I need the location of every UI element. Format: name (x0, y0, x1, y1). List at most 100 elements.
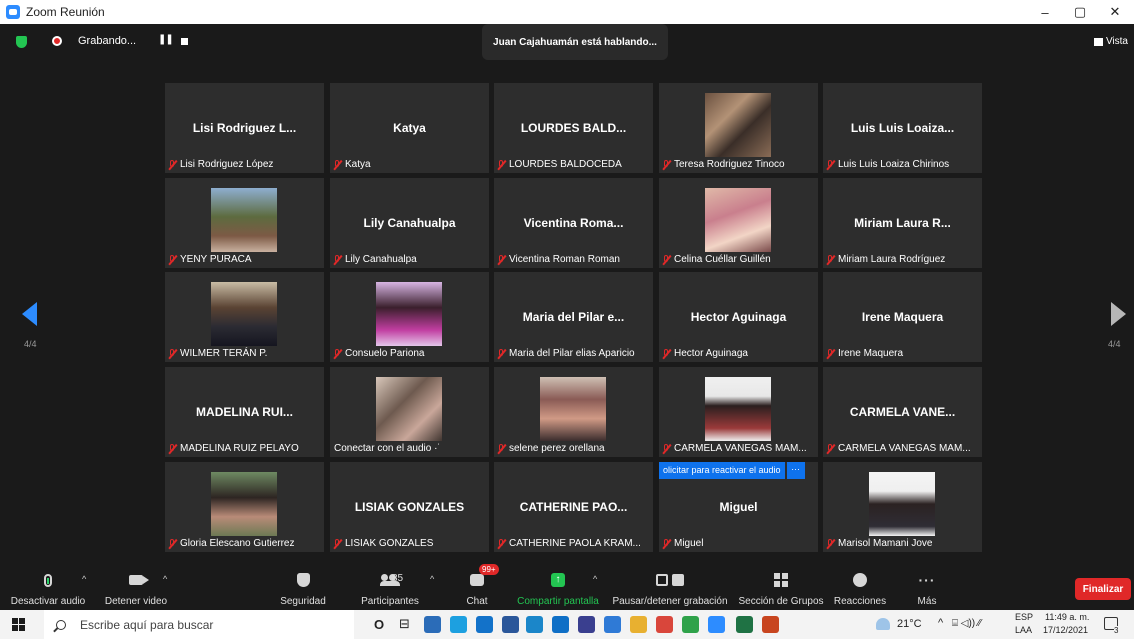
participant-name: CATHERINE PAOLA KRAM... (509, 538, 641, 549)
file-explorer-icon[interactable] (424, 616, 441, 633)
ask-to-unmute-button[interactable]: olicitar para reactivar el audio (659, 462, 785, 479)
chat-button[interactable]: 99+ Chat (462, 564, 499, 608)
participant-video (211, 282, 277, 346)
stop-recording-button[interactable] (181, 38, 188, 45)
temperature[interactable]: 21°C (897, 618, 922, 630)
clock-date[interactable]: 17/12/2021 (1043, 625, 1088, 635)
participant-tile[interactable]: Gloria Elescano Gutierrez (165, 462, 324, 552)
participant-tile[interactable]: Katya Katya (330, 83, 489, 173)
share-options-caret[interactable]: ^ (593, 574, 597, 584)
participant-video (705, 377, 771, 441)
stop-icon (672, 574, 684, 586)
reactions-button[interactable]: Reacciones (832, 570, 888, 608)
participant-tile[interactable]: Marisol Mamani Jove (823, 462, 982, 552)
participant-tile[interactable]: CARMELA VANE... CARMELA VANEGAS MAM... (823, 367, 982, 457)
participant-tile[interactable]: CARMELA VANEGAS MAM... (659, 367, 818, 457)
mail-icon[interactable] (552, 616, 569, 633)
participant-tile[interactable]: YENY PURACA (165, 178, 324, 268)
powerpoint-icon[interactable] (762, 616, 779, 633)
more-button[interactable]: ··· Más (912, 570, 942, 608)
participants-options-caret[interactable]: ^ (430, 574, 434, 584)
weather-icon[interactable] (876, 618, 890, 630)
participant-tile[interactable]: Lily Canahualpa Lily Canahualpa (330, 178, 489, 268)
skype-icon[interactable] (450, 616, 467, 633)
keyboard-layout[interactable]: LAA (1015, 625, 1032, 635)
clock-time[interactable]: 11:49 a. m. (1045, 612, 1089, 622)
stop-video-button[interactable]: Detener video (100, 570, 172, 608)
participant-tile[interactable]: Hector Aguinaga Hector Aguinaga (659, 272, 818, 362)
participant-tile[interactable]: Irene Maquera Irene Maquera (823, 272, 982, 362)
mute-button[interactable]: Desactivar audio (4, 570, 92, 608)
muted-mic-icon (498, 538, 505, 549)
audio-options-caret[interactable]: ^ (82, 574, 86, 584)
breakout-rooms-button[interactable]: Sección de Grupos (736, 570, 826, 608)
next-page-arrow-icon[interactable] (1111, 302, 1126, 326)
tray-expand-caret[interactable]: ^ (938, 617, 943, 629)
taskbar-search-box[interactable]: Escribe aquí para buscar (44, 610, 354, 639)
pause-recording-button[interactable]: ❚❚ (158, 34, 174, 45)
participant-tile[interactable]: Lisi Rodriguez L... Lisi Rodriguez López (165, 83, 324, 173)
participant-tile[interactable]: Conectar con el audio ·˙ (330, 367, 489, 457)
previous-page-arrow-icon[interactable] (22, 302, 37, 326)
task-view-icon[interactable]: ⊟ (399, 616, 410, 632)
participant-tile[interactable]: Consuelo Pariona (330, 272, 489, 362)
participant-tile[interactable]: Miriam Laura R... Miriam Laura Rodríguez (823, 178, 982, 268)
participant-tile[interactable]: MADELINA RUI... MADELINA RUIZ PELAYO (165, 367, 324, 457)
participant-name-label: LOURDES BALDOCEDA (498, 159, 622, 170)
participant-name: Teresa Rodriguez Tinoco (674, 159, 785, 170)
tray-status-icons[interactable]: ⌸ ◁)) ⁄⁄ (952, 618, 981, 629)
page-indicator-right: 4/4 (1108, 339, 1121, 349)
participant-tile[interactable]: WILMER TERÁN P. (165, 272, 324, 362)
security-shield-icon (296, 573, 310, 587)
tile-more-options-button[interactable]: ··· (786, 462, 805, 479)
recording-label: Grabando... (78, 35, 137, 47)
participant-tile[interactable]: Miguel olicitar para reactivar el audio ··… (659, 462, 818, 552)
minimize-button[interactable]: – (1028, 0, 1062, 24)
encryption-shield-icon[interactable] (16, 36, 27, 48)
participant-tile[interactable]: selene perez orellana (494, 367, 653, 457)
video-options-caret[interactable]: ^ (163, 574, 167, 584)
microphone-icon (44, 573, 52, 587)
folder-icon[interactable] (630, 616, 647, 633)
language-code[interactable]: ESP (1015, 612, 1033, 622)
view-button[interactable]: Vista (1093, 36, 1128, 47)
participant-tile[interactable]: Teresa Rodriguez Tinoco (659, 83, 818, 173)
close-button[interactable]: ✕ (1098, 0, 1132, 24)
participant-tile[interactable]: LOURDES BALD... LOURDES BALDOCEDA (494, 83, 653, 173)
muted-mic-icon (169, 538, 176, 549)
participant-name: Gloria Elescano Gutierrez (180, 538, 295, 549)
chrome-icon[interactable] (656, 616, 673, 633)
zoom-icon[interactable] (708, 616, 725, 633)
windows-start-icon[interactable] (12, 618, 25, 631)
media-icon[interactable] (578, 616, 595, 633)
pause-stop-recording-button[interactable]: Pausar/detener grabación (610, 570, 730, 608)
participant-tile[interactable]: Celina Cuéllar Guillén (659, 178, 818, 268)
excel-icon[interactable] (736, 616, 753, 633)
participant-tile[interactable]: Vicentina Roma... Vicentina Roman Roman (494, 178, 653, 268)
participant-tile[interactable]: LISIAK GONZALES LISIAK GONZALES (330, 462, 489, 552)
word-icon[interactable] (502, 616, 519, 633)
participants-button[interactable]: 85 Participantes (356, 570, 424, 608)
participant-tile[interactable]: Maria del Pilar e... Maria del Pilar elia… (494, 272, 653, 362)
window-title-bar: Zoom Reunión – ▢ ✕ (0, 0, 1134, 24)
participant-name: CARMELA VANEGAS MAM... (838, 443, 971, 454)
security-button[interactable]: Seguridad (276, 570, 330, 608)
chrome-alt-icon[interactable] (682, 616, 699, 633)
smiley-icon (853, 573, 867, 587)
reactions-label: Reacciones (833, 596, 887, 607)
muted-mic-icon (334, 538, 341, 549)
participant-tile[interactable]: Luis Luis Loaiza... Luis Luis Loaiza Chir… (823, 83, 982, 173)
outlook-icon[interactable] (604, 616, 621, 633)
cortana-icon[interactable]: O (374, 617, 384, 632)
participant-tile[interactable]: CATHERINE PAO... CATHERINE PAOLA KRAM... (494, 462, 653, 552)
maximize-button[interactable]: ▢ (1063, 0, 1097, 24)
share-label: Compartir pantalla (517, 596, 599, 607)
participant-name: Hector Aguinaga (674, 348, 748, 359)
share-screen-button[interactable]: ↑ Compartir pantalla (514, 570, 602, 608)
edge-icon[interactable] (526, 616, 543, 633)
skype-business-icon[interactable] (476, 616, 493, 633)
participant-name: Lily Canahualpa (345, 254, 417, 265)
participant-display-name: Katya (393, 121, 426, 135)
participant-display-name: LOURDES BALD... (520, 121, 627, 135)
end-meeting-button[interactable]: Finalizar (1075, 578, 1131, 600)
